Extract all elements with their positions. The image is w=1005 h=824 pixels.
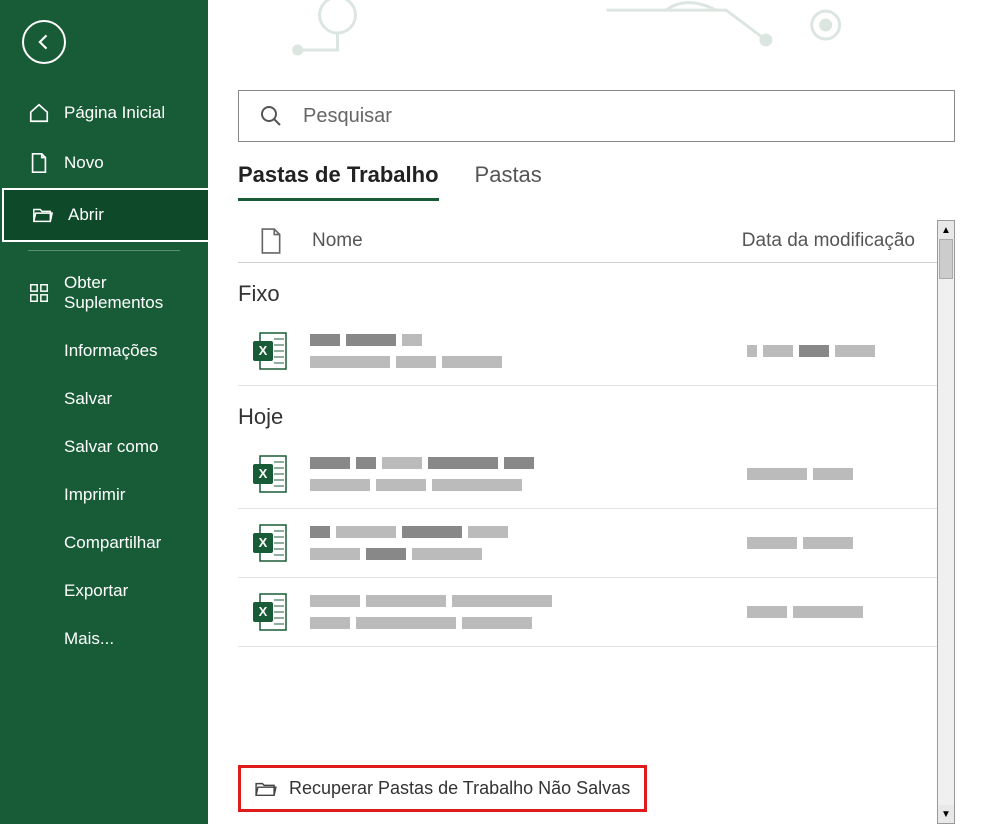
svg-text:X: X [259,343,268,358]
excel-file-icon: X [252,592,288,632]
svg-text:X: X [259,466,268,481]
sidebar-item-label: Mais... [64,629,114,649]
sidebar-item-label: Informações [64,341,158,361]
sidebar-item-print[interactable]: Imprimir [0,471,208,519]
sidebar-item-info[interactable]: Informações [0,327,208,375]
scroll-down-button[interactable]: ▼ [938,805,954,823]
sidebar-item-label: Salvar [64,389,112,409]
sidebar-item-label: Obter Suplementos [64,273,188,313]
sidebar: Página Inicial Novo Abrir Obter Suplemen… [0,0,208,824]
svg-text:X: X [259,604,268,619]
section-pinned: Fixo [238,263,937,317]
file-row[interactable]: X [238,440,937,509]
sidebar-item-open[interactable]: Abrir [2,188,208,242]
recover-button-label: Recuperar Pastas de Trabalho Não Salvas [289,778,630,799]
sidebar-item-save[interactable]: Salvar [0,375,208,423]
sidebar-item-label: Abrir [68,205,104,225]
scroll-up-button[interactable]: ▲ [938,221,954,239]
scrollbar[interactable]: ▲ ▼ [937,220,955,824]
column-name[interactable]: Nome [312,230,712,252]
excel-file-icon: X [252,454,288,494]
file-row[interactable]: X [238,509,937,578]
file-list: Nome Data da modificação Fixo X [238,220,937,824]
sidebar-item-label: Novo [64,153,104,173]
search-icon [259,104,283,128]
sidebar-item-export[interactable]: Exportar [0,567,208,615]
decorative-circuit [208,0,1005,70]
document-icon [260,228,282,254]
folder-open-icon [32,204,54,226]
file-row[interactable]: X [238,317,937,386]
redacted-date [747,468,927,480]
redacted-filename [310,334,725,368]
sidebar-item-label: Página Inicial [64,103,165,123]
sidebar-item-new[interactable]: Novo [0,138,208,188]
tab-workbooks[interactable]: Pastas de Trabalho [238,162,439,201]
divider [28,250,180,251]
content: Pastas de Trabalho Pastas Nome Data da m… [208,0,1005,824]
tab-folders[interactable]: Pastas [475,162,542,201]
column-modified[interactable]: Data da modificação [742,230,915,252]
recover-unsaved-button[interactable]: Recuperar Pastas de Trabalho Não Salvas [238,765,647,812]
redacted-date [747,606,927,618]
sidebar-item-label: Exportar [64,581,128,601]
section-today: Hoje [238,386,937,440]
scroll-track[interactable] [938,239,954,805]
svg-text:X: X [259,535,268,550]
tabs: Pastas de Trabalho Pastas [238,162,955,202]
back-button[interactable] [22,20,66,64]
home-icon [28,102,50,124]
sidebar-item-save-as[interactable]: Salvar como [0,423,208,471]
folder-open-icon [255,780,277,798]
redacted-date [747,345,927,357]
redacted-date [747,537,927,549]
excel-file-icon: X [252,331,288,371]
sidebar-item-label: Salvar como [64,437,158,457]
grid-icon [28,282,50,304]
arrow-left-icon [34,32,54,52]
search-box[interactable] [238,90,955,142]
sidebar-item-more[interactable]: Mais... [0,615,208,663]
file-row[interactable]: X [238,578,937,647]
document-icon [28,152,50,174]
redacted-filename [310,595,725,629]
sidebar-item-label: Imprimir [64,485,125,505]
sidebar-item-home[interactable]: Página Inicial [0,88,208,138]
excel-file-icon: X [252,523,288,563]
sidebar-item-label: Compartilhar [64,533,161,553]
redacted-filename [310,526,725,560]
column-header: Nome Data da modificação [238,220,937,263]
search-input[interactable] [303,105,934,128]
sidebar-item-addins[interactable]: Obter Suplementos [0,259,208,327]
redacted-filename [310,457,725,491]
file-list-area: Nome Data da modificação Fixo X [238,220,955,824]
scroll-thumb[interactable] [939,239,953,279]
main-area: Pastas de Trabalho Pastas Nome Data da m… [208,0,1005,824]
sidebar-item-share[interactable]: Compartilhar [0,519,208,567]
